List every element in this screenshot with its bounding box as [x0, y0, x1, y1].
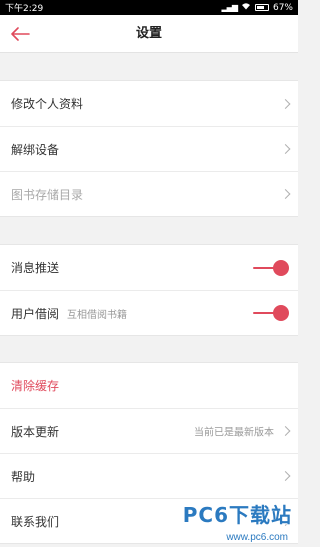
- version-update-label: 版本更新: [11, 424, 60, 439]
- chevron-right-icon: [280, 516, 291, 526]
- wifi-icon: [241, 2, 251, 13]
- chevron-right-icon: [280, 144, 291, 154]
- battery-percent: 67%: [272, 2, 293, 13]
- book-storage-dir-row[interactable]: 图书存储目录: [0, 171, 298, 216]
- chevron-right-icon: [280, 471, 291, 481]
- version-status-text: 当前已是最新版本: [194, 427, 274, 439]
- help-row[interactable]: 帮助: [0, 453, 298, 498]
- clear-cache-row[interactable]: 清除缓存: [0, 363, 298, 408]
- message-push-toggle[interactable]: [253, 259, 289, 277]
- unbind-device-row[interactable]: 解绑设备: [0, 126, 298, 171]
- misc-settings-group: 清除缓存 版本更新 当前已是最新版本 帮助 联系我们: [0, 362, 298, 544]
- user-lending-label: 用户借阅: [11, 306, 60, 321]
- help-label: 帮助: [11, 469, 36, 484]
- version-update-row[interactable]: 版本更新 当前已是最新版本: [0, 408, 298, 453]
- status-bar: 下午2:29 ▂▄▆ 67%: [0, 0, 298, 15]
- user-lending-sublabel: 互相借阅书籍: [67, 309, 128, 321]
- edit-profile-label: 修改个人资料: [11, 97, 84, 111]
- message-push-row: 消息推送: [0, 245, 298, 290]
- unbind-device-label: 解绑设备: [11, 142, 60, 157]
- book-storage-dir-label: 图书存储目录: [11, 187, 84, 202]
- page-title: 设置: [135, 26, 162, 41]
- message-push-label: 消息推送: [11, 261, 60, 275]
- signal-icon: ▂▄▆: [221, 3, 239, 12]
- battery-icon: [254, 4, 269, 11]
- user-lending-row: 用户借阅 互相借阅书籍: [0, 290, 298, 335]
- header-bar: 设置: [0, 15, 298, 53]
- contact-us-label: 联系我们: [11, 514, 60, 529]
- status-icons: ▂▄▆ 67%: [222, 2, 293, 13]
- account-settings-group: 修改个人资料 解绑设备 图书存储目录: [0, 80, 298, 217]
- chevron-right-icon: [280, 426, 291, 436]
- status-time: 下午2:29: [5, 4, 44, 14]
- edit-profile-row[interactable]: 修改个人资料: [0, 81, 298, 126]
- toggle-knob: [273, 259, 289, 276]
- contact-us-row[interactable]: 联系我们: [0, 498, 298, 543]
- toggle-settings-group: 消息推送 用户借阅 互相借阅书籍: [0, 244, 298, 336]
- clear-cache-label: 清除缓存: [11, 379, 60, 393]
- toggle-knob: [273, 305, 289, 321]
- user-lending-toggle[interactable]: [253, 304, 289, 322]
- chevron-right-icon: [280, 98, 291, 109]
- chevron-right-icon: [280, 189, 291, 199]
